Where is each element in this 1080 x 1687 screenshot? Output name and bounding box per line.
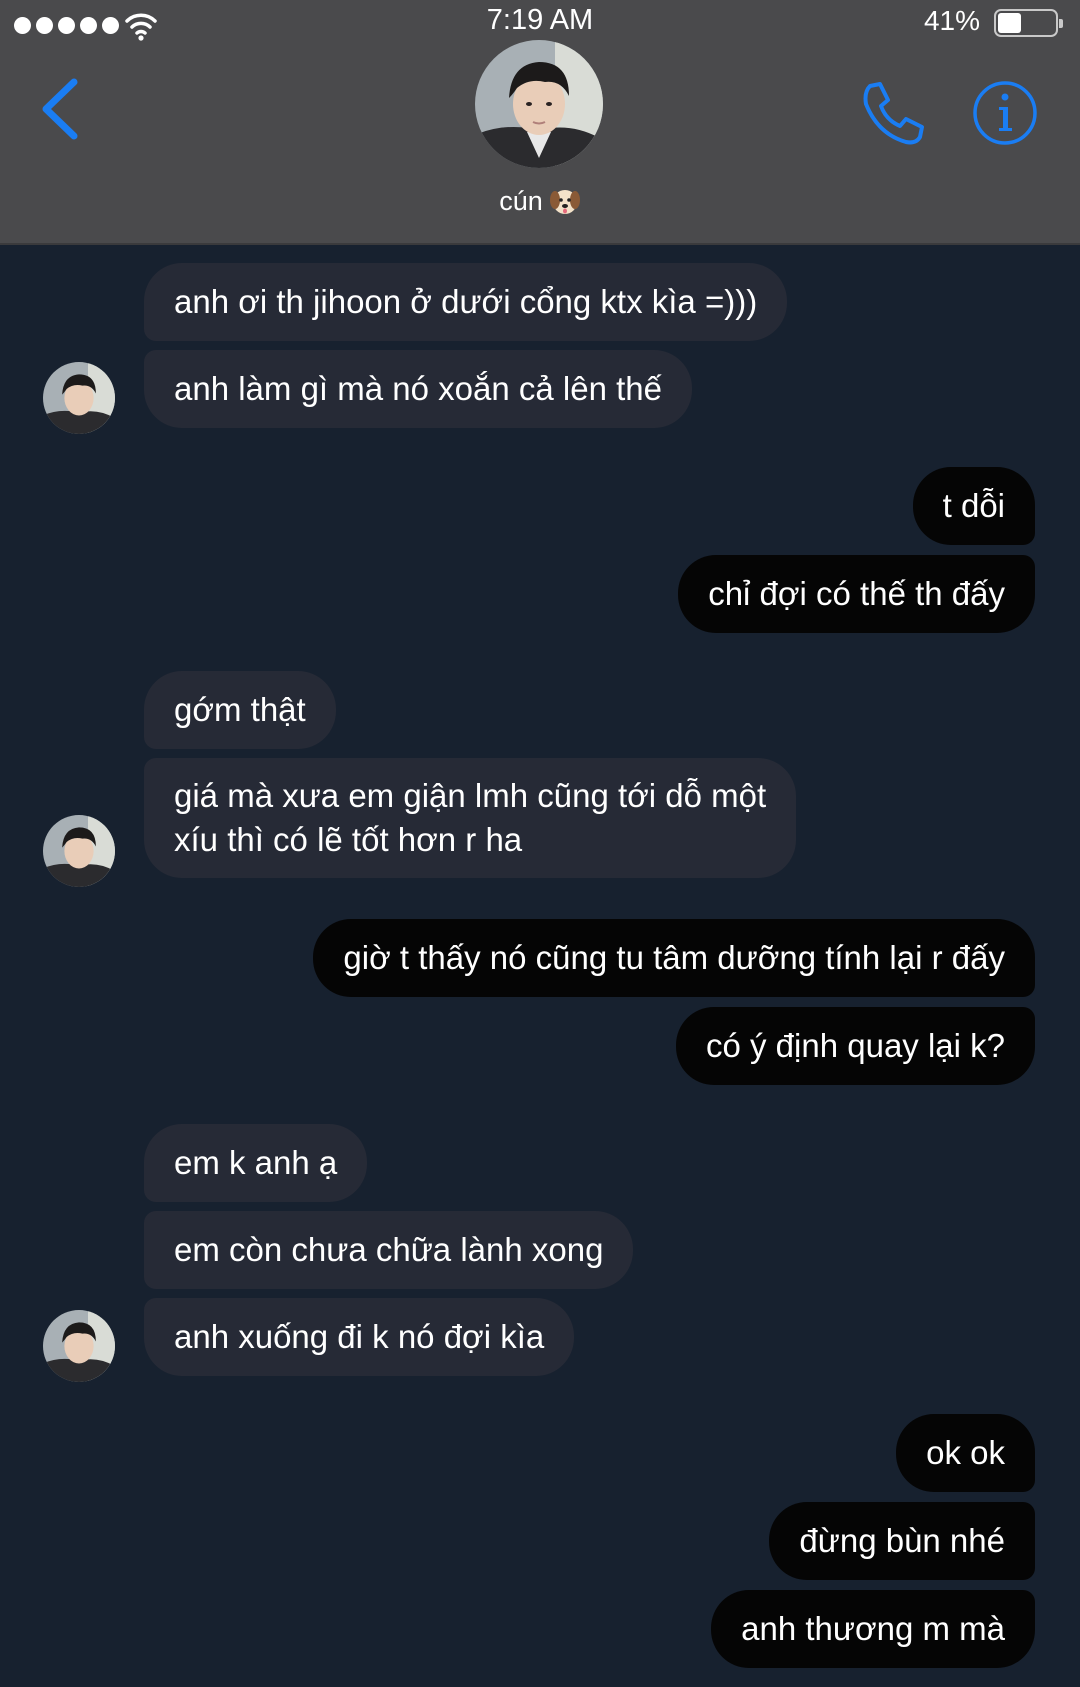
message-text: t dỗi	[942, 487, 1005, 524]
message-text: có ý định quay lại k?	[705, 1027, 1005, 1064]
message-text: chỉ đợi có thế th đấy	[708, 575, 1005, 612]
contact-avatar[interactable]	[475, 40, 603, 168]
message-bubble-incoming[interactable]: anh ơi th jihoon ở dưới cổng ktx kìa =))…	[144, 263, 788, 341]
message-bubble-incoming[interactable]: gớm thật	[144, 671, 336, 749]
message-bubble-outgoing[interactable]: giờ t thấy nó cũng tu tâm dưỡng tính lại…	[313, 919, 1035, 997]
message-bubble-outgoing[interactable]: ok ok	[896, 1414, 1035, 1492]
message-bubble-outgoing[interactable]: chỉ đợi có thế th đấy	[678, 555, 1035, 633]
message-bubble-outgoing[interactable]: anh thương m mà	[711, 1590, 1035, 1668]
message-text: đừng bùn nhé	[799, 1522, 1005, 1559]
info-icon[interactable]	[972, 80, 1038, 146]
message-text: em k anh ạ	[174, 1144, 338, 1181]
message-list[interactable]: anh ơi th jihoon ở dưới cổng ktx kìa =))…	[0, 246, 1080, 1687]
message-text: ok ok	[926, 1434, 1005, 1471]
sender-avatar[interactable]	[43, 362, 115, 434]
back-button[interactable]	[36, 74, 84, 144]
message-bubble-incoming[interactable]: em còn chưa chữa lành xong	[144, 1211, 634, 1289]
message-text: gớm thật	[174, 691, 306, 728]
message-text: giờ t thấy nó cũng tu tâm dưỡng tính lại…	[343, 939, 1005, 976]
message-text: anh xuống đi k nó đợi kìa	[174, 1318, 545, 1355]
message-bubble-incoming[interactable]: anh làm gì mà nó xoắn cả lên thế	[144, 350, 692, 428]
status-time: 7:19 AM	[486, 4, 594, 36]
phone-icon[interactable]	[856, 78, 928, 150]
message-bubble-outgoing[interactable]: t dỗi	[912, 467, 1035, 545]
message-bubble-incoming[interactable]: em k anh ạ	[144, 1124, 368, 1202]
contact-name[interactable]: cún	[0, 186, 1080, 217]
message-text-line-1: giá mà xưa em giận lmh cũng tới dỗ một	[174, 777, 767, 814]
message-text: anh làm gì mà nó xoắn cả lên thế	[174, 370, 662, 407]
message-bubble-outgoing[interactable]: có ý định quay lại k?	[675, 1007, 1035, 1085]
message-text-line-2: xíu thì có lẽ tốt hơn r ha	[174, 821, 523, 858]
message-text: anh thương m mà	[741, 1610, 1005, 1647]
message-text: anh ơi th jihoon ở dưới cổng ktx kìa =))…	[174, 283, 758, 320]
message-bubble-incoming[interactable]: giá mà xưa em giận lmh cũng tới dỗ một x…	[144, 758, 797, 878]
message-text: em còn chưa chữa lành xong	[174, 1231, 604, 1268]
sender-avatar[interactable]	[43, 815, 115, 887]
dog-face-icon	[549, 190, 580, 214]
chat-header: 7:19 AM 41% cún	[0, 0, 1080, 245]
contact-name-text: cún	[499, 186, 543, 216]
battery-percentage: 41%	[923, 5, 980, 36]
sender-avatar[interactable]	[43, 1310, 115, 1382]
battery-level	[998, 13, 1021, 33]
message-bubble-incoming[interactable]: anh xuống đi k nó đợi kìa	[144, 1298, 575, 1376]
battery-icon	[994, 9, 1063, 37]
message-bubble-outgoing[interactable]: đừng bùn nhé	[769, 1502, 1035, 1580]
